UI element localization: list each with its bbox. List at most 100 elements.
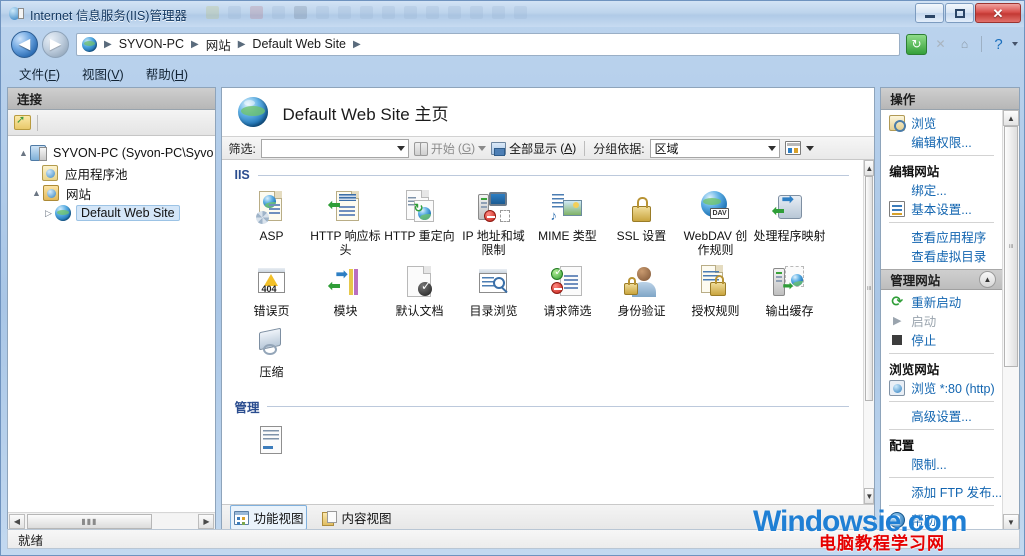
action-label: 查看应用程序 [911,227,986,246]
filter-input[interactable] [261,139,409,158]
scroll-thumb[interactable]: ▮▮▮ [27,514,152,529]
action-browse-port-80[interactable]: 浏览 *:80 (http) [881,378,1002,397]
feature-default-document[interactable]: 默认文档 [382,265,456,318]
menu-view[interactable]: 视图(V) [82,64,124,83]
feature-ssl-settings[interactable]: SSL 设置 [604,190,678,257]
action-browse[interactable]: 浏览 [881,113,1002,132]
action-help[interactable]: ? 帮助 [881,510,1002,529]
feature-request-filtering[interactable]: 请求筛选 [530,265,604,318]
action-edit-permissions[interactable]: 编辑权限... [881,132,1002,151]
action-limits[interactable]: 限制... [881,454,1002,473]
scroll-track[interactable]: ≡ [1003,126,1019,514]
chevron-down-icon[interactable] [768,146,776,151]
chevron-up-icon[interactable]: ▲ [979,271,996,288]
action-advanced-settings[interactable]: 高级设置... [881,406,1002,425]
show-all-button[interactable]: 全部显示(A) [491,140,576,157]
feature-ip-domain-restrictions[interactable]: IP 地址和域限制 [456,190,530,257]
window-controls[interactable]: ✕ [915,3,1021,23]
action-bindings[interactable]: 绑定... [881,180,1002,199]
restore-button[interactable] [945,3,974,23]
menu-file[interactable]: 文件(F) [19,64,60,83]
scroll-down-button[interactable]: ▼ [1003,514,1019,530]
tab-content-view[interactable]: 内容视图 [319,506,394,529]
help-dropdown-caret-icon[interactable] [1012,42,1018,46]
action-restart[interactable]: ⟳ 重新启动 [881,292,1002,311]
features-grid: IIS ASP [222,160,863,504]
feature-label: 身份验证 [604,304,678,318]
feature-authorization-rules[interactable]: 授权规则 [678,265,752,318]
tree-item-application-pools[interactable]: 应用程序池 [15,163,215,183]
scroll-thumb[interactable]: ≡ [865,176,873,401]
actions-vertical-scrollbar[interactable]: ▲ ≡ ▼ [1002,110,1019,530]
scroll-track[interactable]: ≡ [864,176,874,488]
expander-icon[interactable]: ▲ [17,148,30,158]
action-group-manage-website[interactable]: 管理网站 ▲ [881,269,1002,290]
view-mode-caret-icon[interactable] [806,146,814,151]
feature-mime-types[interactable]: ♪ MIME 类型 [530,190,604,257]
error-pages-icon: 404 [253,265,289,301]
scroll-left-button[interactable]: ◀ [9,514,25,529]
tree-item-label: SYVON-PC (Syvon-PC\Syvo [51,146,215,160]
breadcrumb-item-sites[interactable]: 网站 [204,35,233,54]
asp-icon [253,190,289,226]
feature-asp[interactable]: ASP [234,190,308,257]
connect-to-server-icon[interactable] [14,115,31,130]
feature-directory-browsing[interactable]: 目录浏览 [456,265,530,318]
action-view-applications[interactable]: 查看应用程序 [881,227,1002,246]
features-vertical-scrollbar[interactable]: ▲ ≡ ▼ [863,160,874,504]
chevron-down-icon[interactable] [397,146,405,151]
chevron-down-icon[interactable] [478,146,486,151]
scroll-down-button[interactable]: ▼ [864,488,874,504]
breadcrumb-item-site[interactable]: Default Web Site [250,37,348,51]
scroll-up-button[interactable]: ▲ [864,160,874,176]
menu-help[interactable]: 帮助(H) [146,64,188,83]
feature-compression[interactable]: 压缩 [234,326,308,379]
feature-error-pages[interactable]: 404 错误页 [234,265,308,318]
scroll-up-button[interactable]: ▲ [1003,110,1019,126]
feature-webdav-authoring-rules[interactable]: DAV WebDAV 创作规则 [678,190,752,257]
close-button[interactable]: ✕ [975,3,1021,23]
scroll-track[interactable]: ▮▮▮ [25,514,198,529]
feature-modules[interactable]: ➡ ⬅ 模块 [308,265,382,318]
expander-icon[interactable]: ▷ [42,208,55,219]
expander-icon[interactable]: ▲ [30,188,43,198]
help-icon[interactable]: ? [988,34,1009,55]
tree-item-server[interactable]: ▲ SYVON-PC (Syvon-PC\Syvo [15,143,215,163]
feature-handler-mappings[interactable]: ➡ ⬅ 处理程序映射 [752,190,826,257]
action-label: 重新启动 [911,292,961,311]
feature-http-redirect[interactable]: ↻ HTTP 重定向 [382,190,456,257]
tree-item-sites[interactable]: ▲ 网站 [15,183,215,203]
home-icon[interactable]: ⌂ [954,34,975,55]
action-add-ftp-publishing[interactable]: 添加 FTP 发布... [881,482,1002,501]
view-mode-icon[interactable] [785,141,801,155]
action-basic-settings[interactable]: 基本设置... [881,199,1002,218]
group-by-select[interactable]: 区域 [650,139,780,158]
action-stop[interactable]: 停止 [881,330,1002,349]
action-view-virtual-directories[interactable]: 查看虚拟目录 [881,246,1002,265]
minimize-button[interactable] [915,3,944,23]
section-divider [258,175,850,176]
feature-http-response-headers[interactable]: ⬅ HTTP 响应标头 [308,190,382,257]
refresh-icon[interactable]: ↻ [906,34,927,55]
tree-item-default-web-site[interactable]: ▷ Default Web Site [15,203,215,223]
action-separator [889,353,994,354]
scroll-thumb[interactable]: ≡ [1004,126,1018,367]
section-title: IIS [234,168,249,182]
connections-header: 连接 [8,88,215,110]
action-label: 浏览 [911,113,936,132]
feature-output-caching[interactable]: ➡ 输出缓存 [752,265,826,318]
feature-configuration-editor[interactable] [234,424,308,463]
feature-authentication[interactable]: 身份验证 [604,265,678,318]
connections-tree[interactable]: ▲ SYVON-PC (Syvon-PC\Syvo 应用程序池 ▲ 网站 [8,136,215,512]
back-button[interactable]: ◀ [11,31,38,58]
start-filter-button[interactable]: 开始(G) [414,140,486,157]
menu-file-accel: F [48,68,56,82]
breadcrumb[interactable]: ▶ SYVON-PC ▶ 网站 ▶ Default Web Site ▶ [76,33,900,56]
tab-feature-view[interactable]: 功能视图 [230,505,307,530]
breadcrumb-item-server[interactable]: SYVON-PC [117,37,186,51]
forward-button[interactable]: ▶ [42,31,69,58]
toolbar-divider [37,115,38,131]
connections-horizontal-scrollbar[interactable]: ◀ ▮▮▮ ▶ [8,512,215,530]
scroll-right-button[interactable]: ▶ [198,514,214,529]
forward-arrow-icon: ▶ [43,37,68,52]
